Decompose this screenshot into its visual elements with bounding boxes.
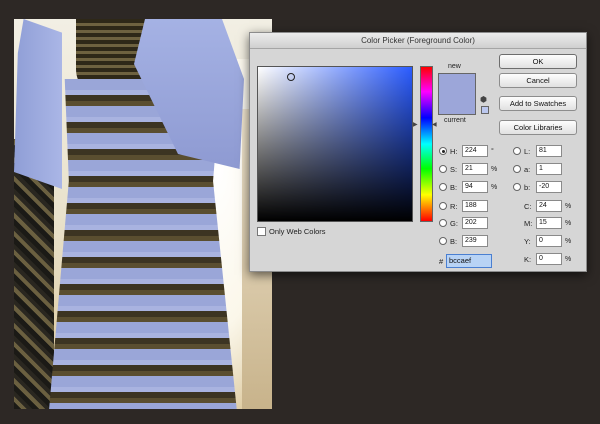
lab-a-row: a: 1	[513, 163, 562, 175]
hue-unit: °	[491, 147, 494, 155]
green-label: G:	[450, 218, 458, 228]
lab-l-row: L: 81	[513, 145, 562, 157]
magenta-unit: %	[565, 219, 572, 227]
ok-button[interactable]: OK	[499, 54, 577, 69]
lab-b-label: b:	[524, 182, 531, 192]
cyan-input[interactable]: 24	[536, 200, 562, 212]
hex-prefix: #	[439, 257, 444, 266]
red-row: R: 188	[439, 200, 488, 212]
hue-label: H:	[450, 146, 458, 156]
saturation-unit: %	[491, 165, 498, 173]
color-field-cursor[interactable]	[287, 73, 295, 81]
yellow-unit: %	[565, 237, 572, 245]
hue-radio[interactable]	[439, 147, 447, 155]
green-input[interactable]: 202	[462, 217, 488, 229]
red-label: R:	[450, 201, 458, 211]
lab-a-input[interactable]: 1	[536, 163, 562, 175]
yellow-row: Y: 0 %	[524, 235, 571, 247]
hue-slider[interactable]	[420, 66, 433, 222]
lab-l-label: L:	[524, 146, 531, 156]
magenta-label: M:	[524, 218, 533, 228]
only-web-colors-checkbox[interactable]	[257, 227, 266, 236]
black-unit: %	[565, 255, 572, 263]
only-web-colors-label: Only Web Colors	[269, 227, 326, 236]
new-label: new	[448, 63, 461, 70]
color-picker-dialog: Color Picker (Foreground Color) ▶ ◀ new …	[249, 32, 587, 272]
hue-input[interactable]: 224	[462, 145, 488, 157]
lab-l-input[interactable]: 81	[536, 145, 562, 157]
blue-input[interactable]: 239	[462, 235, 488, 247]
lab-b-radio[interactable]	[513, 183, 521, 191]
hex-input[interactable]: bccaef	[446, 254, 492, 268]
add-to-swatches-button[interactable]: Add to Swatches	[499, 96, 577, 111]
blue-row: B: 239	[439, 235, 488, 247]
brightness-radio[interactable]	[439, 183, 447, 191]
green-radio[interactable]	[439, 219, 447, 227]
black-label: K:	[524, 254, 532, 264]
yellow-input[interactable]: 0	[536, 235, 562, 247]
current-label: current	[444, 117, 466, 124]
blue-radio[interactable]	[439, 237, 447, 245]
lab-b-row: b: -20	[513, 181, 562, 193]
photo-jacket-left	[14, 19, 62, 189]
cancel-button[interactable]: Cancel	[499, 73, 577, 88]
blue-label: B:	[450, 236, 458, 246]
dialog-title[interactable]: Color Picker (Foreground Color)	[250, 33, 586, 49]
current-color-swatch[interactable]	[438, 94, 476, 115]
black-row: K: 0 %	[524, 253, 571, 265]
brightness-unit: %	[491, 183, 498, 191]
yellow-label: Y:	[524, 236, 531, 246]
cyan-row: C: 24 %	[524, 200, 571, 212]
saturation-label: S:	[450, 164, 458, 174]
black-input[interactable]: 0	[536, 253, 562, 265]
hue-slider-right-arrow-icon[interactable]: ◀	[432, 121, 437, 128]
saturation-row: S: 21 %	[439, 163, 497, 175]
red-radio[interactable]	[439, 202, 447, 210]
cube-icon[interactable]: ⬢	[480, 95, 487, 104]
web-safe-swatch[interactable]	[481, 106, 489, 114]
lab-a-label: a:	[524, 164, 531, 174]
lab-l-radio[interactable]	[513, 147, 521, 155]
red-input[interactable]: 188	[462, 200, 488, 212]
magenta-input[interactable]: 15	[536, 217, 562, 229]
cyan-unit: %	[565, 202, 572, 210]
hue-row: H: 224 °	[439, 145, 494, 157]
saturation-radio[interactable]	[439, 165, 447, 173]
brightness-row: B: 94 %	[439, 181, 497, 193]
background-photo	[14, 19, 272, 409]
new-color-swatch	[438, 73, 476, 94]
color-libraries-button[interactable]: Color Libraries	[499, 120, 577, 135]
cyan-label: C:	[524, 201, 532, 211]
green-row: G: 202	[439, 217, 488, 229]
magenta-row: M: 15 %	[524, 217, 571, 229]
saturation-input[interactable]: 21	[462, 163, 488, 175]
color-field[interactable]	[257, 66, 413, 222]
lab-a-radio[interactable]	[513, 165, 521, 173]
brightness-input[interactable]: 94	[462, 181, 488, 193]
lab-b-input[interactable]: -20	[536, 181, 562, 193]
brightness-label: B:	[450, 182, 458, 192]
hue-slider-left-arrow-icon[interactable]: ▶	[413, 121, 418, 128]
only-web-colors-option[interactable]: Only Web Colors	[257, 227, 326, 236]
